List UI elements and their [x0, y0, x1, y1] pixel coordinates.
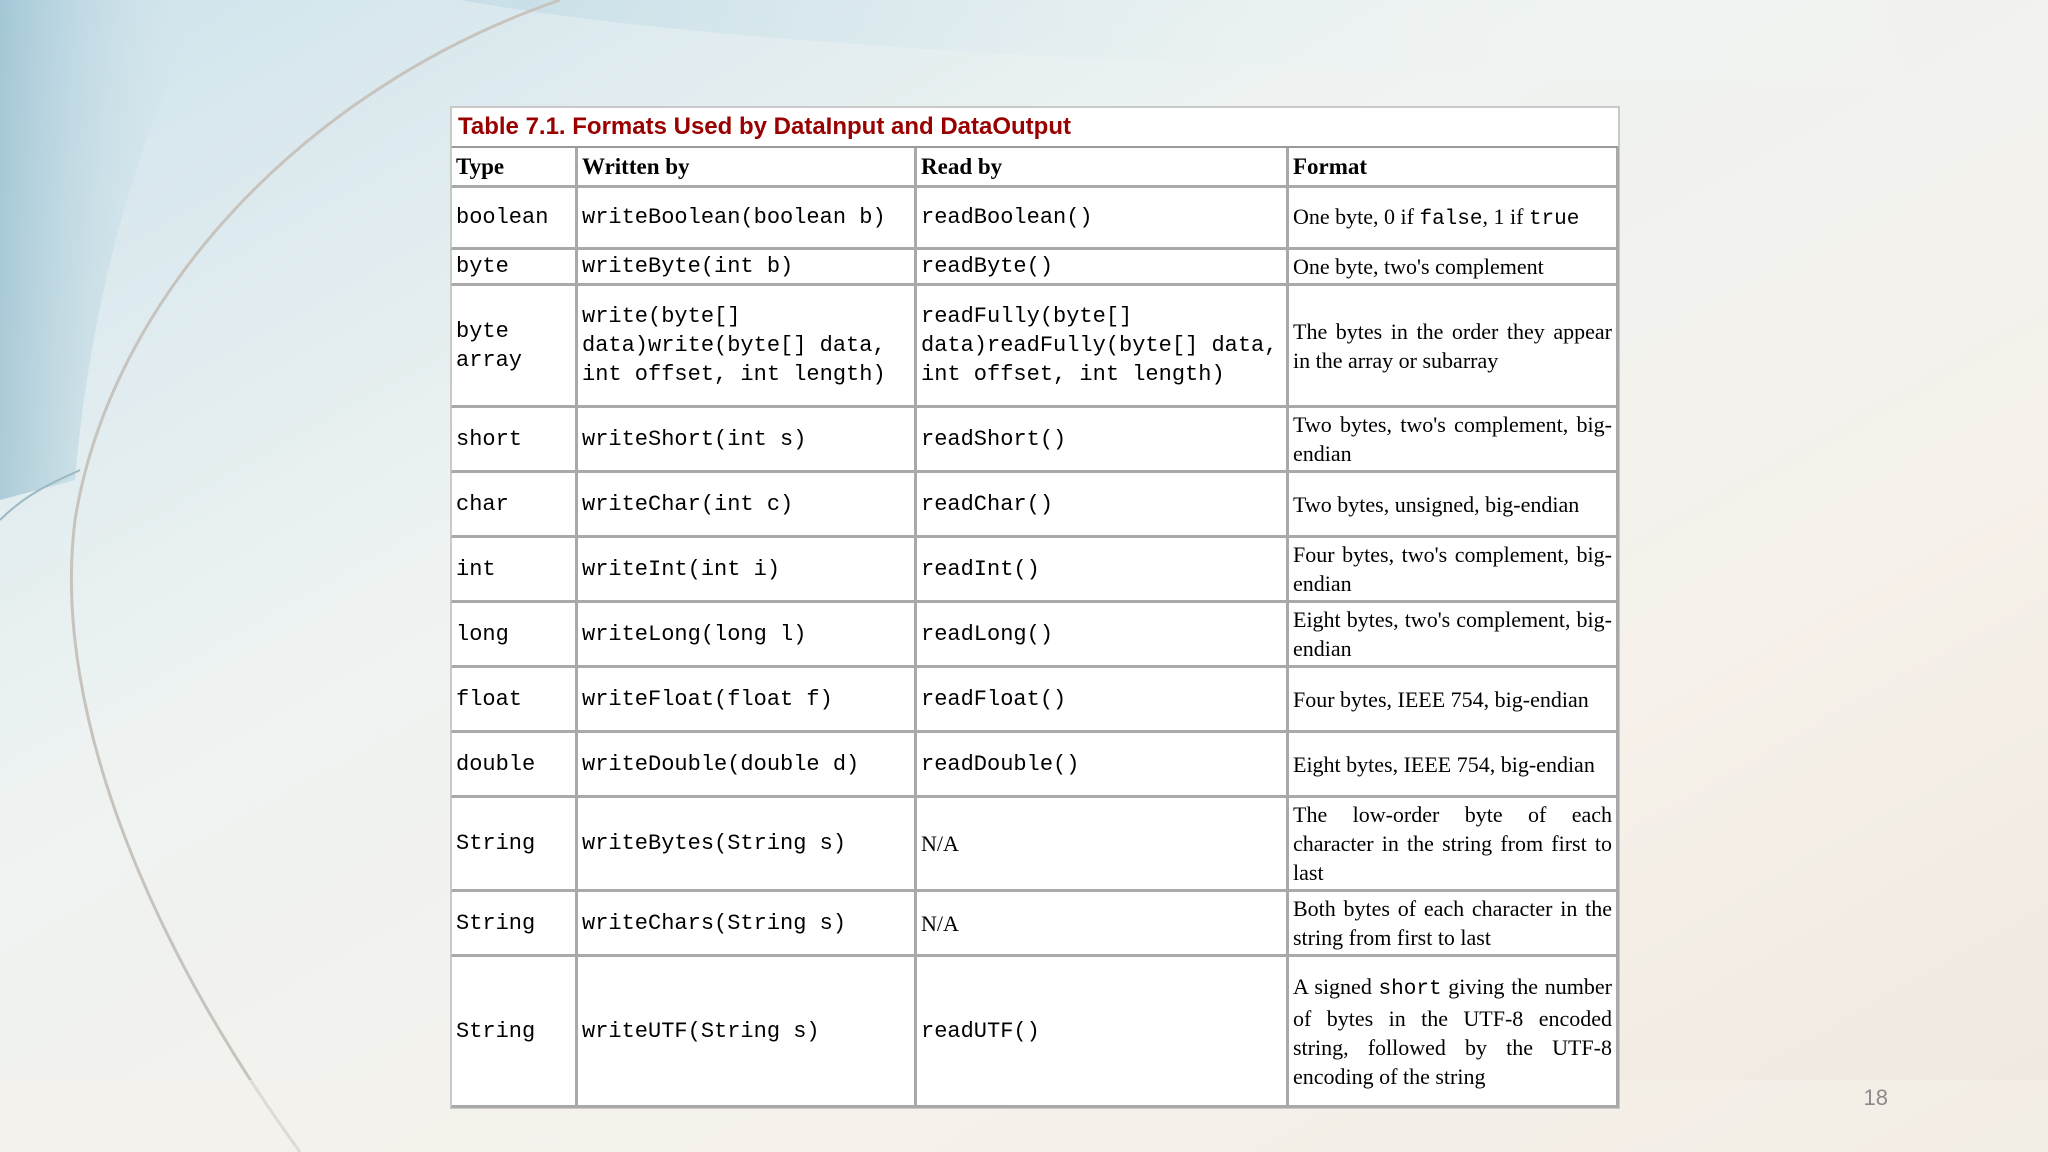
page-number: 18	[1863, 1085, 1888, 1110]
table-row: String writeBytes(String s) N/A The low-ord…	[451, 798, 1619, 892]
cell-written-by: writeLong(long l)	[578, 603, 917, 668]
cell-format: Four bytes, IEEE 754, big-endian	[1289, 668, 1619, 733]
cell-read-by: readInt()	[917, 538, 1289, 603]
table-row: short writeShort(int s) readShort() Two byt…	[451, 408, 1619, 473]
cell-type: long	[451, 603, 578, 668]
cell-written-by: writeChars(String s)	[578, 892, 917, 957]
table-row: String writeUTF(String s) readUTF() A signe…	[451, 957, 1619, 1108]
cell-read-by: readChar()	[917, 473, 1289, 538]
cell-written-by: writeDouble(double d)	[578, 733, 917, 798]
cell-read-by: readFloat()	[917, 668, 1289, 733]
cell-written-by: writeBoolean(boolean b)	[578, 188, 917, 250]
cell-type: char	[451, 473, 578, 538]
cell-format: Eight bytes, IEEE 754, big-endian	[1289, 733, 1619, 798]
cell-format: Four bytes, two's complement, big-endian	[1289, 538, 1619, 603]
cell-format: Two bytes, two's complement, big- endian	[1289, 408, 1619, 473]
format-text: The low-order byte of each character in …	[1293, 802, 1612, 885]
cell-read-by: readByte()	[917, 250, 1289, 286]
format-code-text: short	[1378, 977, 1442, 1001]
table-header-row: Type Written by Read by Format	[451, 148, 1619, 188]
format-text: , 1 if	[1482, 203, 1529, 229]
format-text: One byte, two's complement	[1293, 254, 1544, 279]
format-text: Four bytes, two's complement, big-endian	[1293, 542, 1612, 596]
table-row: int writeInt(int i) readInt() Four bytes, t…	[451, 538, 1619, 603]
cell-written-by: write(byte[] data)write(byte[] data, int…	[578, 286, 917, 408]
table-caption: Table 7.1. Formats Used by DataInput and…	[451, 107, 1619, 148]
cell-read-by: N/A	[917, 798, 1289, 892]
cell-read-by: readFully(byte[] data)readFully(byte[] d…	[917, 286, 1289, 408]
table-row: String writeChars(String s) N/A Both bytes …	[451, 892, 1619, 957]
table-row: double writeDouble(double d) readDouble() E…	[451, 733, 1619, 798]
cell-type: double	[451, 733, 578, 798]
cell-written-by: writeUTF(String s)	[578, 957, 917, 1108]
cell-type: short	[451, 408, 578, 473]
header-type: Type	[451, 148, 578, 188]
cell-read-by: readLong()	[917, 603, 1289, 668]
cell-format: The low-order byte of each character in …	[1289, 798, 1619, 892]
cell-format: Eight bytes, two's complement, big-endia…	[1289, 603, 1619, 668]
table-row: boolean writeBoolean(boolean b) readBoolea…	[451, 188, 1619, 250]
cell-format: A signed short giving the number of byte…	[1289, 957, 1619, 1108]
cell-read-by: readUTF()	[917, 957, 1289, 1108]
cell-type: byte	[451, 250, 578, 286]
cell-format: One byte, two's complement	[1289, 250, 1619, 286]
cell-type: byte array	[451, 286, 578, 408]
cell-written-by: writeByte(int b)	[578, 250, 917, 286]
cell-written-by: writeBytes(String s)	[578, 798, 917, 892]
format-code-text: false	[1419, 207, 1483, 231]
table-row: float writeFloat(float f) readFloat() Four …	[451, 668, 1619, 733]
cell-type: float	[451, 668, 578, 733]
cell-type: String	[451, 892, 578, 957]
format-text: Eight bytes, IEEE 754, big-endian	[1293, 751, 1595, 777]
table-row: long writeLong(long l) readLong() Eight byt…	[451, 603, 1619, 668]
cell-type: boolean	[451, 188, 578, 250]
cell-format: The bytes in the order they appear in th…	[1289, 286, 1619, 408]
cell-type: String	[451, 957, 578, 1108]
header-format: Format	[1289, 148, 1619, 188]
cell-written-by: writeFloat(float f)	[578, 668, 917, 733]
format-text: The bytes in the order they appear in th…	[1293, 318, 1612, 373]
formats-table-container: Table 7.1. Formats Used by DataInput and…	[451, 107, 1619, 1108]
formats-table: Type Written by Read by Format boolean wr…	[451, 148, 1619, 1108]
cell-read-by: N/A	[917, 892, 1289, 957]
cell-type: int	[451, 538, 578, 603]
table-row: byte array write(byte[] data)write(byte[]…	[451, 286, 1619, 408]
table-row: char writeChar(int c) readChar() Two bytes,…	[451, 473, 1619, 538]
cell-written-by: writeChar(int c)	[578, 473, 917, 538]
cell-format: One byte, 0 if false, 1 if true	[1289, 188, 1619, 250]
format-text: Four bytes, IEEE 754, big-endian	[1293, 686, 1589, 712]
table-row: byte writeByte(int b) readByte() One byte, …	[451, 250, 1619, 286]
cell-read-by: readShort()	[917, 408, 1289, 473]
cell-read-by: readDouble()	[917, 733, 1289, 798]
format-text: Eight bytes, two's complement, big-endia…	[1293, 607, 1612, 661]
header-read-by: Read by	[917, 148, 1289, 188]
format-text: A signed	[1293, 973, 1379, 999]
cell-type: String	[451, 798, 578, 892]
format-text: One byte, 0 if	[1293, 203, 1420, 229]
cell-written-by: writeShort(int s)	[578, 408, 917, 473]
cell-format: Both bytes of each character in the stri…	[1289, 892, 1619, 957]
cell-read-by: readBoolean()	[917, 188, 1289, 250]
format-text: Both bytes of each character in the stri…	[1293, 896, 1612, 950]
header-written-by: Written by	[578, 148, 917, 188]
format-text: Two bytes, two's complement, big- endian	[1293, 412, 1612, 466]
cell-written-by: writeInt(int i)	[578, 538, 917, 603]
cell-format: Two bytes, unsigned, big-endian	[1289, 473, 1619, 538]
format-code-text: true	[1528, 207, 1580, 231]
format-text: Two bytes, unsigned, big-endian	[1293, 491, 1580, 517]
